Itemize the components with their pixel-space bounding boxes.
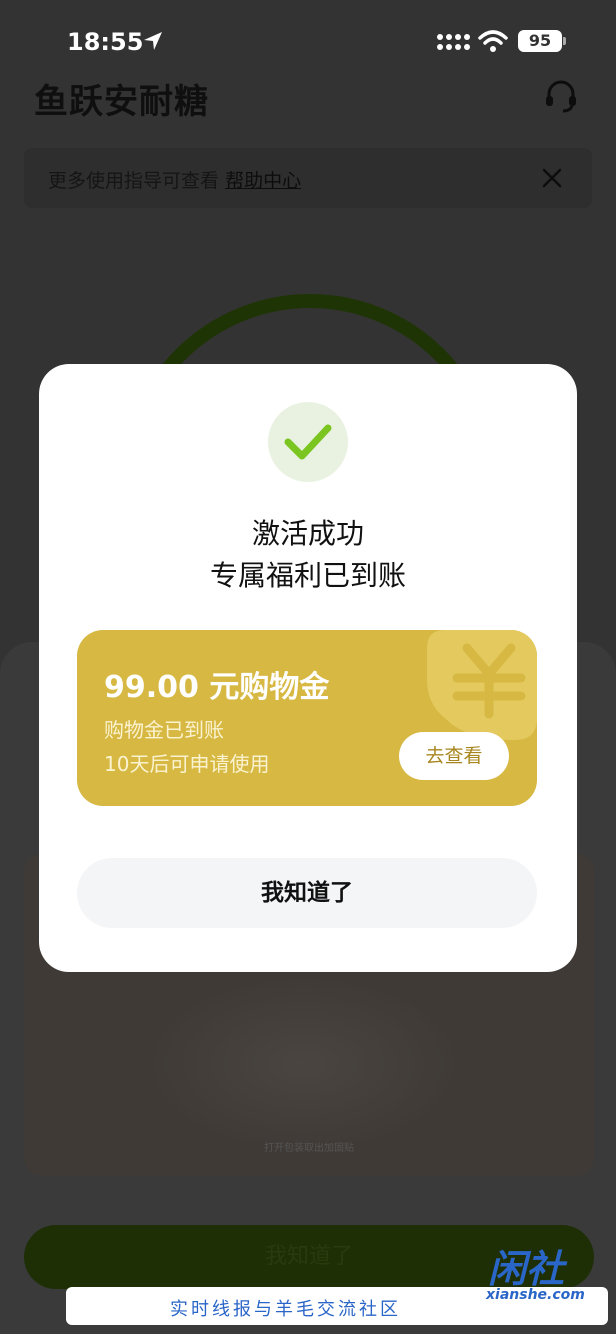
watermark-tagline: 实时线报与羊毛交流社区: [170, 1299, 401, 1320]
cellular-signal-icon: [437, 34, 470, 50]
view-credit-button[interactable]: 去查看: [399, 732, 509, 780]
modal-title: 激活成功: [251, 517, 364, 550]
success-badge: [268, 402, 348, 482]
status-time: 18:55: [67, 28, 144, 56]
battery-indicator: 95: [518, 30, 566, 52]
credit-amount: 99.00 元购物金: [104, 670, 330, 705]
modal-subtitle: 专属福利已到账: [209, 559, 406, 592]
close-icon[interactable]: [538, 164, 566, 192]
watermark-logo: 闲社: [488, 1247, 565, 1291]
wifi-icon: [478, 30, 508, 52]
checkmark-icon: [284, 424, 332, 460]
shopping-credit-card: 99.00 元购物金 购物金已到账 10天后可申请使用 去查看: [77, 630, 537, 806]
customer-service-icon[interactable]: [543, 78, 579, 114]
got-it-button[interactable]: 我知道了: [77, 858, 537, 928]
help-prompt: 更多使用指导可查看: [48, 170, 220, 192]
status-bar: 18:55 95: [0, 0, 616, 80]
watermark-domain: xianshe.com: [486, 1287, 585, 1303]
yuan-icon: [427, 630, 537, 740]
help-bar: 更多使用指导可查看 帮助中心: [24, 148, 592, 208]
app-title: 鱼跃安耐糖: [34, 82, 209, 122]
help-center-link[interactable]: 帮助中心: [225, 170, 301, 192]
credit-usage-note: 10天后可申请使用: [104, 752, 270, 776]
activation-success-modal: 激活成功 专属福利已到账 99.00 元购物金 购物金已到账 10天后可申请使用…: [39, 364, 577, 972]
credit-status: 购物金已到账: [104, 718, 224, 742]
instruction-caption: 打开包装取出加固贴: [264, 1143, 354, 1154]
help-text: 更多使用指导可查看 帮助中心: [48, 166, 301, 193]
location-arrow-icon: [144, 32, 162, 50]
